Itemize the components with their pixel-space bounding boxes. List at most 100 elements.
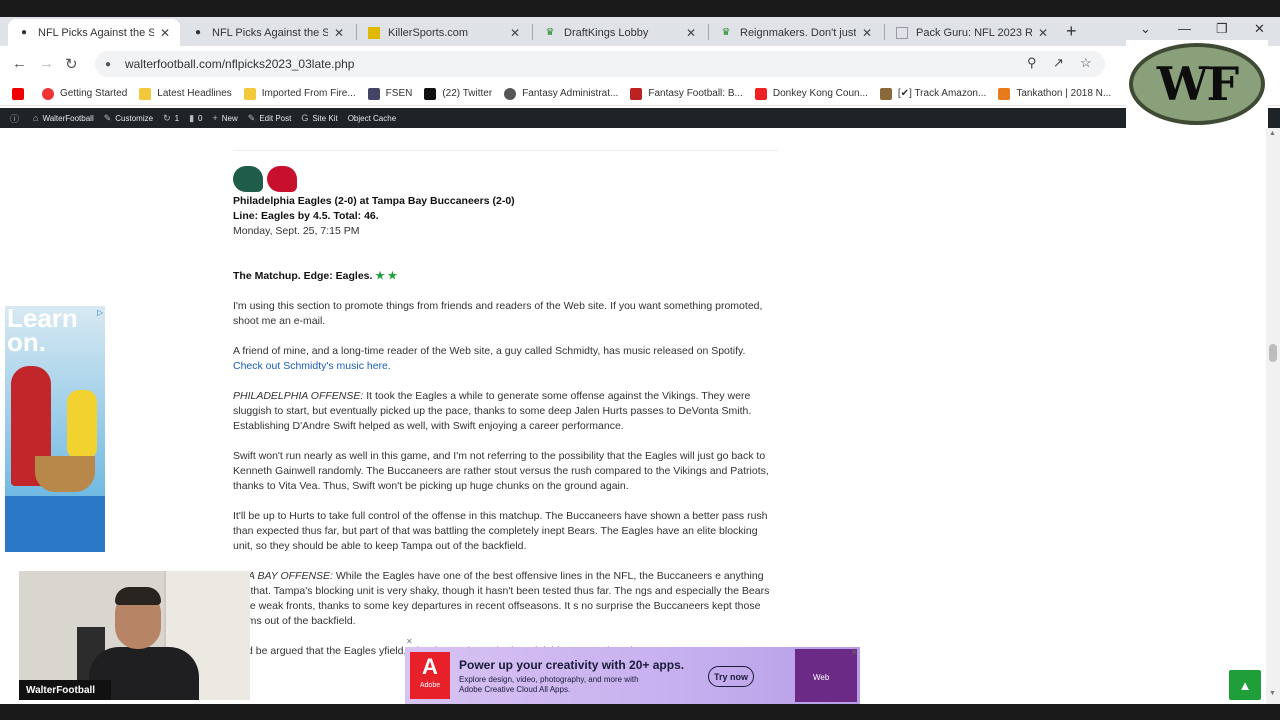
tab-separator xyxy=(356,24,357,40)
webcam-person-hair xyxy=(115,587,161,605)
comment-icon: ▮ xyxy=(189,112,195,123)
wf-logo-oval: WF xyxy=(1129,43,1265,125)
close-tab-icon[interactable]: ✕ xyxy=(510,26,520,40)
close-tab-icon[interactable]: ✕ xyxy=(334,26,344,40)
close-tab-icon[interactable]: ✕ xyxy=(160,26,170,40)
share-icon[interactable]: ↗ xyxy=(1053,55,1064,71)
close-tab-icon[interactable]: ✕ xyxy=(862,26,872,40)
bookmark-imported[interactable]: Imported From Fire... xyxy=(243,87,356,100)
vertical-scrollbar[interactable]: ▲ ▼ xyxy=(1266,128,1280,720)
tab-separator xyxy=(884,24,885,40)
browser-tab-strip: ● NFL Picks Against the Spre ✕ ● NFL Pic… xyxy=(0,0,1280,46)
tab-nfl-picks-1[interactable]: ● NFL Picks Against the Spre ✕ xyxy=(8,19,180,46)
fsen-icon xyxy=(367,87,380,100)
ad-choices-icon[interactable]: ▷ xyxy=(97,308,103,317)
close-tab-icon[interactable]: ✕ xyxy=(1038,26,1048,40)
brush-icon: ✎ xyxy=(103,112,112,123)
refresh-icon: ↻ xyxy=(163,112,171,123)
address-bar[interactable]: ● walterfootball.com/nflpicks2023_03late… xyxy=(95,51,1105,77)
wp-object-cache[interactable]: Object Cache xyxy=(348,114,396,123)
paragraph-promo: I'm using this section to promote things… xyxy=(233,300,763,327)
ad-subtext: Explore design, video, photography, and … xyxy=(459,675,639,694)
left-sidebar-ad[interactable]: Learn on. ▷ xyxy=(5,306,105,552)
back-arrow-icon[interactable]: ← xyxy=(12,55,27,72)
bookmark-track-amazon[interactable]: [✔] Track Amazon... xyxy=(879,87,986,100)
bookmark-latest-headlines[interactable]: Latest Headlines xyxy=(139,87,232,100)
tab-draftkings[interactable]: ♛ DraftKings Lobby ✕ xyxy=(534,19,706,46)
bookmark-twitter[interactable]: (22) Twitter xyxy=(424,87,492,100)
wp-site-kit[interactable]: G Site Kit xyxy=(301,113,337,123)
wp-site-name[interactable]: ⌂ WalterFootball xyxy=(33,113,94,123)
bookmark-fantasy-football[interactable]: Fantasy Football: B... xyxy=(630,87,743,100)
scroll-down-icon[interactable]: ▼ xyxy=(1269,690,1276,697)
bookmarks-bar: Getting Started Latest Headlines Importe… xyxy=(0,82,1280,106)
article-body: Philadelphia Eagles (2-0) at Tampa Bay B… xyxy=(233,194,778,674)
tab-pack-guru[interactable]: Pack Guru: NFL 2023 Rush ✕ xyxy=(886,19,1058,46)
scroll-up-icon[interactable]: ▲ xyxy=(1269,130,1276,137)
walterfootball-favicon-icon xyxy=(504,87,517,100)
schmidty-music-link[interactable]: Check out Schmidty's music here. xyxy=(233,360,391,372)
tab-search-chevron-icon[interactable]: ⌄ xyxy=(1140,21,1151,37)
paragraph-philadelphia-offense: PHILADELPHIA OFFENSE: It took the Eagles… xyxy=(233,390,752,432)
zoom-search-icon[interactable]: ⚲ xyxy=(1027,55,1037,71)
edge-heading: The Matchup. Edge: Eagles. ★ ★ xyxy=(233,270,398,282)
ad-photo-child xyxy=(67,390,97,460)
flag-icon xyxy=(630,87,643,100)
reload-icon[interactable]: ↻ xyxy=(65,55,78,73)
wp-new[interactable]: + New xyxy=(212,113,237,123)
plus-icon: + xyxy=(212,113,218,123)
killersports-favicon-icon xyxy=(368,26,380,39)
bookmark-getting-started[interactable]: Getting Started xyxy=(42,87,127,100)
walterfootball-favicon-icon: ● xyxy=(20,27,28,38)
ad-photo-floor xyxy=(5,496,105,552)
draftkings-crown-icon: ♛ xyxy=(721,27,731,38)
adobe-banner-ad[interactable]: A Adobe Power up your creativity with 20+… xyxy=(405,647,860,704)
back-to-top-button[interactable]: ▲ xyxy=(1229,670,1261,700)
tab-killersports[interactable]: KillerSports.com ✕ xyxy=(358,19,530,46)
wp-customize[interactable]: ✎ Customize xyxy=(104,113,153,124)
youtube-icon xyxy=(12,87,24,100)
bookmark-tankathon[interactable]: Tankathon | 2018 N... xyxy=(998,87,1111,100)
wp-edit-post[interactable]: ✎ Edit Post xyxy=(248,113,292,124)
wp-comments[interactable]: ▮ 0 xyxy=(189,113,202,124)
scrollbar-thumb[interactable] xyxy=(1269,344,1277,362)
bookmark-donkey-kong[interactable]: Donkey Kong Coun... xyxy=(754,87,868,100)
bookmark-fantasy-admin[interactable]: Fantasy Administrat... xyxy=(504,87,618,100)
buccaneers-helmet-icon xyxy=(267,166,297,192)
webcam-overlay: WalterFootball xyxy=(19,571,250,700)
google-g-icon: G xyxy=(301,113,309,123)
youtube-icon xyxy=(754,87,767,100)
bookmark-star-icon[interactable]: ☆ xyxy=(1080,55,1092,71)
try-now-button[interactable]: Try now xyxy=(708,666,754,687)
ad-choices-icon[interactable]: ✕ xyxy=(851,648,858,657)
tab-reignmakers[interactable]: ♛ Reignmakers. Don't just d ✕ xyxy=(710,19,882,46)
ad-thumbnail: Web xyxy=(795,649,857,702)
minimize-icon[interactable]: — xyxy=(1178,21,1191,36)
bookmark-fsen[interactable]: FSEN xyxy=(367,87,412,100)
tab-separator xyxy=(708,24,709,40)
chevron-up-icon: ▲ xyxy=(1238,677,1252,693)
close-tab-icon[interactable]: ✕ xyxy=(686,26,696,40)
new-tab-button[interactable]: + xyxy=(1066,21,1077,42)
ad-close-icon[interactable]: ✕ xyxy=(406,637,413,646)
close-window-icon[interactable]: ✕ xyxy=(1254,21,1265,37)
draftkings-crown-icon: ♛ xyxy=(545,27,555,38)
folder-icon xyxy=(139,87,152,100)
walterfootball-favicon-icon: ● xyxy=(194,27,202,38)
team-helmets xyxy=(233,166,297,192)
wp-updates[interactable]: ↻ 1 xyxy=(163,113,179,124)
home-icon: ⌂ xyxy=(33,113,39,123)
divider xyxy=(233,150,778,151)
screen-top-strip xyxy=(0,0,1280,17)
walterfootball-logo: WF xyxy=(1126,40,1268,128)
restore-icon[interactable]: ❐ xyxy=(1216,21,1228,37)
camel-icon xyxy=(879,87,892,100)
forward-arrow-icon[interactable]: → xyxy=(39,55,54,72)
ad-headline: Learn on. xyxy=(7,306,78,357)
tab-nfl-picks-2[interactable]: ● NFL Picks Against the Spre ✕ xyxy=(182,19,354,46)
wordpress-logo-icon[interactable]: ⓘ xyxy=(10,112,23,125)
youtube-bookmark[interactable] xyxy=(12,87,30,100)
tab-separator xyxy=(532,24,533,40)
wordpress-admin-bar: ⓘ ⌂ WalterFootball ✎ Customize ↻ 1 ▮ 0 + New … xyxy=(0,108,1280,128)
webcam-name-label: WalterFootball xyxy=(19,680,111,700)
